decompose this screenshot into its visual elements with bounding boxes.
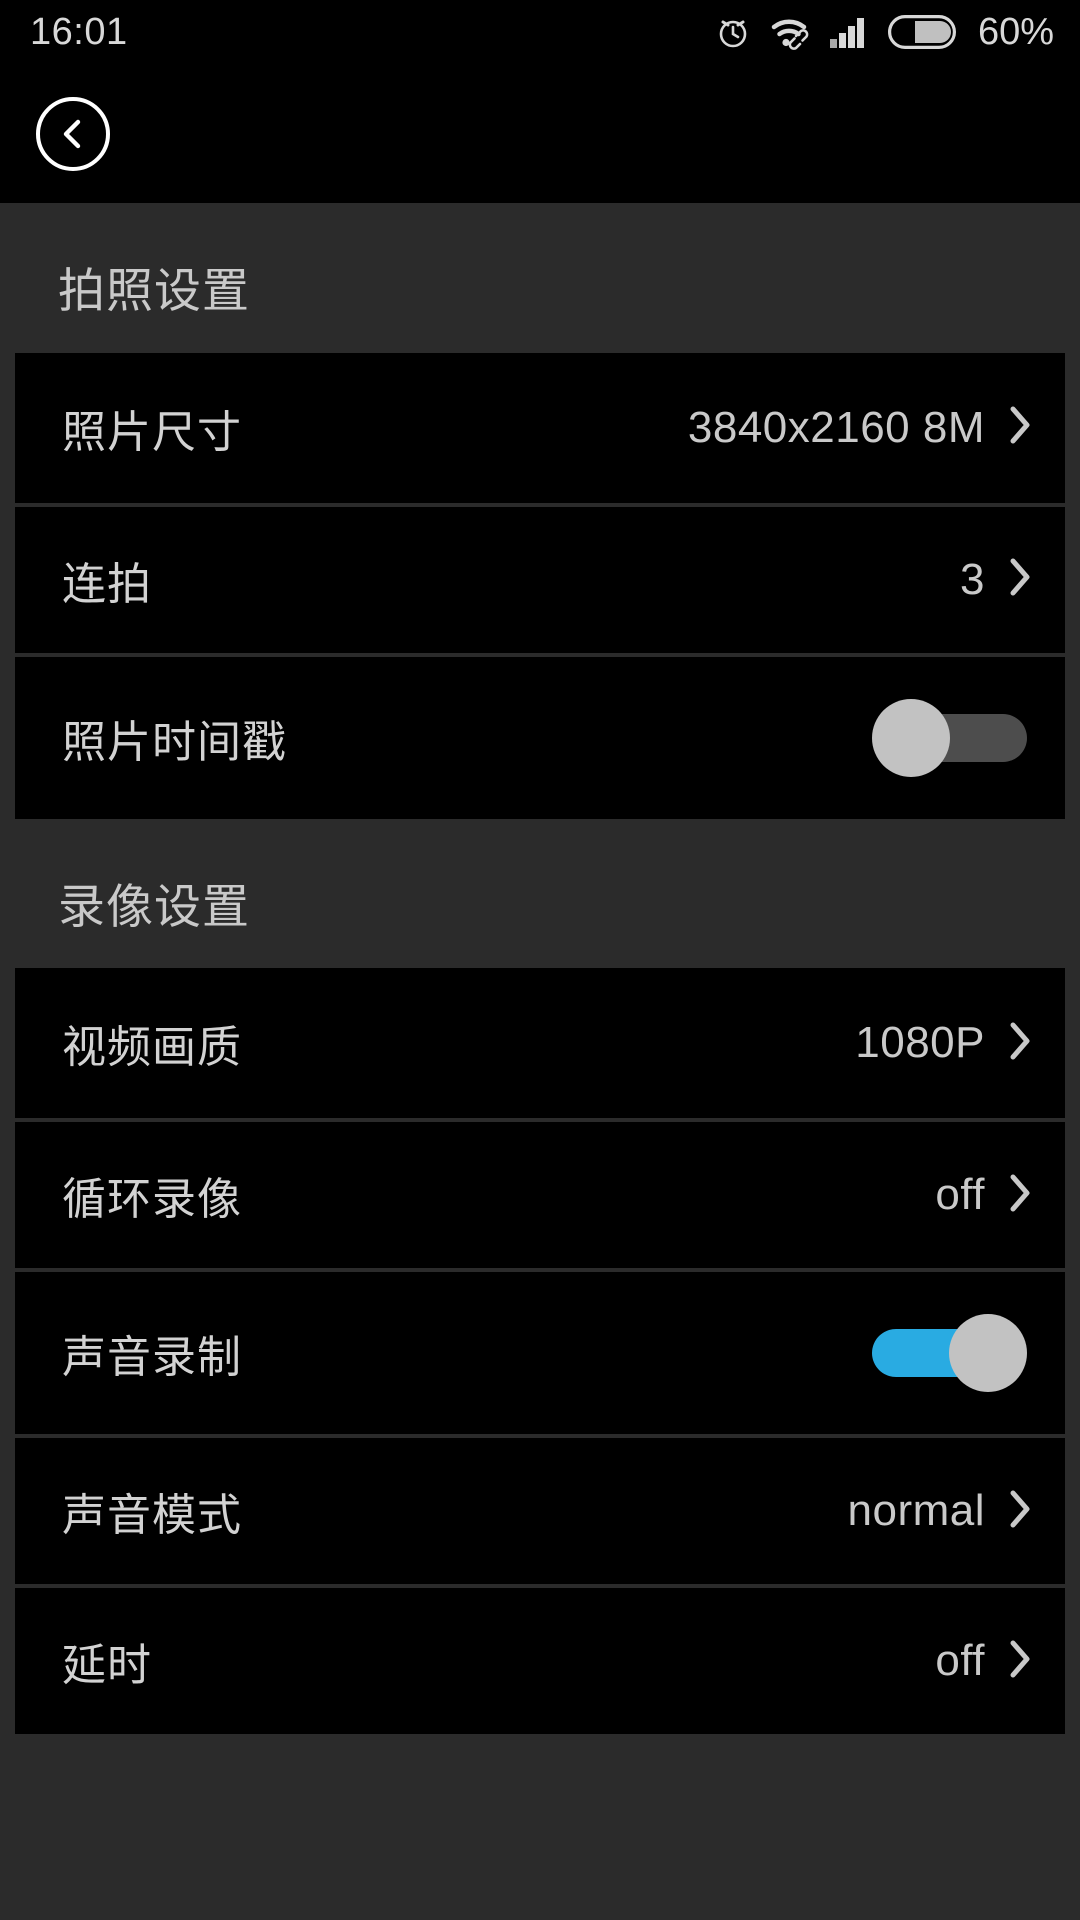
status-icon-group: 60%	[715, 13, 1054, 51]
battery-icon	[887, 15, 956, 49]
setting-right-group: 1080P	[855, 1017, 1035, 1070]
setting-label: 照片时间戳	[62, 717, 287, 767]
setting-value: 3840x2160 8M	[687, 402, 985, 452]
setting-label: 连拍	[62, 559, 152, 609]
setting-label: 延时	[62, 1641, 152, 1691]
setting-right-group: 3	[960, 553, 1035, 606]
setting-row-loop-recording[interactable]: 循环录像 off	[15, 1118, 1065, 1269]
setting-right-group: normal	[848, 1485, 1036, 1538]
chevron-left-icon	[54, 115, 92, 153]
app-bar	[0, 64, 1080, 203]
setting-value: 3	[960, 554, 985, 604]
toggle-audio-recording[interactable]	[872, 1314, 1027, 1393]
chevron-right-icon	[1005, 1017, 1035, 1070]
section-title-photo: 拍照设置	[58, 264, 250, 317]
chevron-right-icon	[1005, 1485, 1035, 1538]
status-bar: 16:01 60%	[0, 0, 1080, 64]
alarm-icon	[715, 14, 751, 50]
setting-label: 声音模式	[62, 1491, 242, 1541]
setting-right-group	[872, 1314, 1035, 1393]
chevron-right-icon	[1005, 1169, 1035, 1222]
setting-row-burst[interactable]: 连拍 3	[15, 502, 1065, 653]
setting-label: 声音录制	[62, 1333, 242, 1383]
setting-row-sound-mode[interactable]: 声音模式 normal	[15, 1434, 1065, 1585]
setting-right-group: 3840x2160 8M	[688, 401, 1035, 454]
wifi-icon	[770, 14, 810, 50]
setting-value: 1080P	[855, 1018, 985, 1068]
setting-right-group: off	[935, 1169, 1035, 1222]
chevron-right-icon	[1005, 401, 1035, 454]
toggle-knob	[872, 698, 950, 777]
signal-icon	[829, 15, 869, 49]
setting-row-photo-timestamp[interactable]: 照片时间戳	[15, 652, 1065, 819]
section-title-video: 录像设置	[58, 879, 250, 933]
setting-label: 照片尺寸	[62, 407, 242, 457]
setting-value: off	[935, 1636, 985, 1686]
toggle-knob	[949, 1314, 1027, 1393]
back-button[interactable]	[36, 96, 110, 171]
setting-value: normal	[847, 1486, 985, 1536]
chevron-right-icon	[1005, 1635, 1035, 1688]
setting-right-group	[872, 698, 1035, 777]
setting-label: 视频画质	[62, 1023, 242, 1073]
setting-row-video-quality[interactable]: 视频画质 1080P	[15, 968, 1065, 1119]
chevron-right-icon	[1005, 553, 1035, 606]
setting-label: 循环录像	[62, 1175, 242, 1225]
settings-card-video: 视频画质 1080P 循环录像 off 声音录制 声音模式 normal 延时 …	[15, 968, 1065, 1735]
setting-right-group: off	[935, 1635, 1035, 1688]
settings-card-photo: 照片尺寸 3840x2160 8M 连拍 3 照片时间戳	[15, 352, 1065, 819]
setting-row-audio-recording[interactable]: 声音录制	[15, 1268, 1065, 1435]
settings-content: 拍照设置 照片尺寸 3840x2160 8M 连拍 3 照片时间戳 录像设置 视…	[0, 203, 1080, 1920]
status-clock: 16:01	[30, 11, 128, 53]
battery-percent-label: 60%	[977, 11, 1054, 53]
setting-value: off	[935, 1170, 985, 1220]
toggle-photo-timestamp[interactable]	[872, 698, 1027, 777]
setting-row-time-lapse[interactable]: 延时 off	[15, 1584, 1065, 1735]
setting-row-photo-size[interactable]: 照片尺寸 3840x2160 8M	[15, 352, 1065, 503]
